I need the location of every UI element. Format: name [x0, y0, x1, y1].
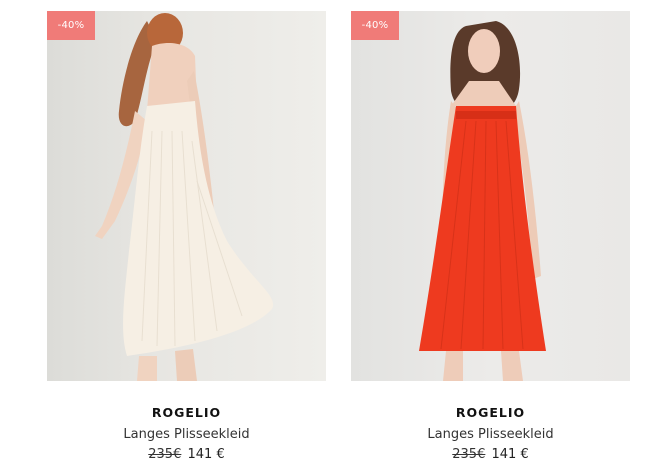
product-image-1[interactable]: -40%	[47, 11, 326, 381]
product-photo-cream-dress	[95, 13, 274, 381]
product-name[interactable]: Langes Plisseekleid	[351, 426, 630, 443]
product-name[interactable]: Langes Plisseekleid	[47, 426, 326, 443]
product-brand[interactable]: ROGELIO	[47, 405, 326, 421]
product-brand[interactable]: ROGELIO	[351, 405, 630, 421]
product-photo-red-dress	[419, 21, 546, 381]
original-price: 235€	[452, 447, 486, 462]
price-row: 235€ 141 €	[47, 446, 326, 463]
sale-price: 141 €	[187, 447, 225, 462]
discount-badge: -40%	[47, 11, 95, 40]
sale-price: 141 €	[491, 447, 529, 462]
product-card-1[interactable]: -40% ROGELIO Langes Plisseekleid 235€ 14…	[47, 0, 326, 463]
discount-badge: -40%	[351, 11, 399, 40]
product-image-2[interactable]: -40%	[351, 11, 630, 381]
product-card-2[interactable]: -40% ROGELIO Langes Plisseekleid 235€ 14…	[351, 0, 630, 463]
price-row: 235€ 141 €	[351, 446, 630, 463]
original-price: 235€	[148, 447, 182, 462]
